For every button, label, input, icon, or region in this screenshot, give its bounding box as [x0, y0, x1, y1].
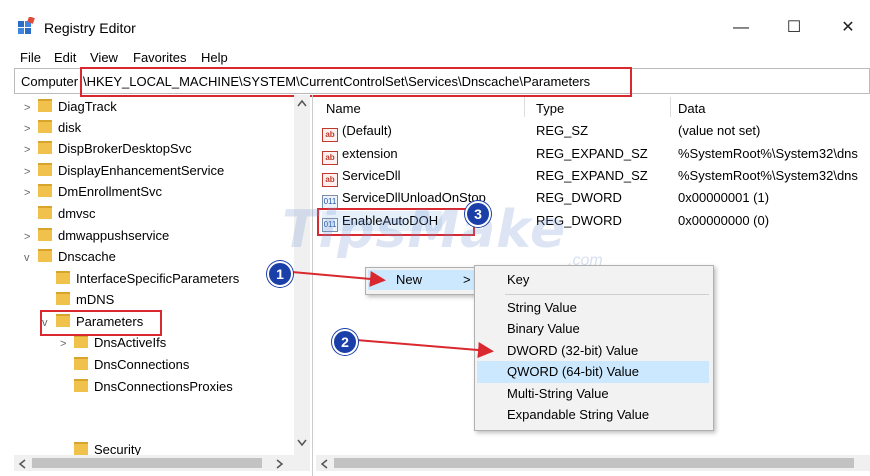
step-badge-2: 2	[332, 329, 358, 355]
step-badge-1: 1	[267, 261, 293, 287]
step-badge-3: 3	[465, 201, 491, 227]
arrow-to-new	[291, 270, 386, 287]
annotation-arrows	[291, 270, 494, 358]
arrow-to-dword	[355, 339, 494, 358]
